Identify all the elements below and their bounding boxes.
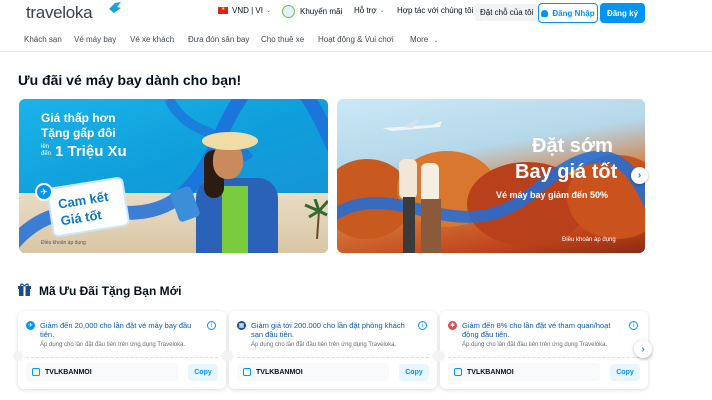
flight-deals-title: Ưu đãi vé máy bay dành cho bạn! bbox=[18, 72, 242, 88]
coupon-code: TVLKBANMOI bbox=[45, 368, 92, 376]
promo-coin-icon bbox=[282, 5, 295, 18]
coupon-description: Áp dụng cho lần đặt đầu tiên trên ứng dụ… bbox=[462, 342, 608, 348]
coupon-divider bbox=[26, 357, 218, 358]
coupon-title: Giảm đến 8% cho lần đặt vé tham quan/hoạ… bbox=[462, 321, 611, 339]
partner-label: Hợp tác với chúng tôi bbox=[397, 6, 474, 15]
nav-more-label: More bbox=[410, 35, 429, 44]
info-icon[interactable]: i bbox=[207, 321, 216, 330]
chevron-right-icon: › bbox=[641, 343, 645, 355]
coupon-code-box: TVLKBANMOI bbox=[448, 363, 600, 381]
palm-tree-decoration bbox=[304, 199, 328, 239]
nav-bus[interactable]: Vé xe khách bbox=[130, 35, 174, 44]
coupon-tag-icon bbox=[32, 368, 40, 376]
chevron-right-icon: › bbox=[637, 170, 642, 181]
info-icon[interactable]: i bbox=[418, 321, 427, 330]
product-nav: Khách sạn Vé máy bay Vé xe khách Đưa đón… bbox=[0, 29, 712, 52]
nav-more[interactable]: More ⌄ bbox=[410, 35, 439, 44]
login-button[interactable]: Đăng Nhập bbox=[538, 3, 598, 23]
support-menu[interactable]: Hỗ trợ ⌄ bbox=[354, 6, 385, 15]
person2-decoration bbox=[421, 163, 439, 203]
banner1-line2: Tặng gấp đôi bbox=[41, 126, 116, 140]
person1-legs-decoration bbox=[403, 197, 415, 253]
traveloka-logo[interactable]: traveloka bbox=[26, 2, 121, 23]
new-user-coupons-title: Mã Ưu Đãi Tặng Bạn Mới bbox=[39, 284, 182, 298]
coupon-title: Giảm đến 20,000 cho lần đặt vé máy bay đ… bbox=[40, 321, 192, 339]
coupon-code-box: TVLKBANMOI bbox=[237, 363, 389, 381]
banner1-line1: Giá thấp hơn bbox=[41, 111, 116, 125]
coupon-code: TVLKBANMOI bbox=[467, 368, 514, 376]
coupon-divider bbox=[448, 357, 640, 358]
nav-car-rental[interactable]: Cho thuê xe bbox=[261, 35, 304, 44]
login-label: Đăng Nhập bbox=[552, 8, 595, 18]
promo-banner-lower-price[interactable]: Giá thấp hơn Tặng gấp đôi lên đến 1 Triệ… bbox=[19, 99, 328, 253]
my-booking-label: Đặt chỗ của tôi bbox=[480, 8, 534, 17]
vietnam-flag-icon bbox=[218, 6, 228, 14]
promo-link[interactable]: Khuyến mãi bbox=[282, 5, 342, 18]
partner-link[interactable]: Hợp tác với chúng tôi bbox=[397, 6, 473, 15]
nav-airport-transfer[interactable]: Đưa đón sân bay bbox=[188, 35, 249, 44]
person2-skirt-decoration bbox=[421, 199, 441, 253]
chevron-down-icon: ⌄ bbox=[433, 38, 439, 44]
nav-activities[interactable]: Hoạt động & Vui chơi bbox=[318, 35, 394, 44]
activity-coupon-icon: ✱ bbox=[448, 321, 457, 330]
coupon-tag-icon bbox=[454, 368, 462, 376]
promo-banner-book-early[interactable]: Đặt sớm Bay giá tốt Vé máy bay giảm đến … bbox=[337, 99, 645, 253]
airplane-decoration bbox=[382, 119, 442, 131]
banner2-subtitle: Vé máy bay giảm đến 50% bbox=[496, 190, 609, 200]
coupon-card[interactable]: ▦ Giảm giá tới 200.000 cho lần đặt phòng… bbox=[224, 311, 442, 389]
coupon-card[interactable]: ✱ Giảm đến 8% cho lần đặt vé tham quan/h… bbox=[435, 311, 653, 389]
gift-icon bbox=[18, 283, 31, 296]
hotel-coupon-icon: ▦ bbox=[237, 321, 246, 330]
person1-decoration bbox=[399, 159, 417, 199]
signup-button[interactable]: Đăng ký bbox=[600, 3, 645, 23]
banner-next-button[interactable]: › bbox=[631, 167, 648, 184]
top-header: traveloka VND | VI ⌄ Khuyến mãi Hỗ trợ ⌄… bbox=[0, 0, 712, 29]
airplane-icon: ✈ bbox=[35, 183, 53, 201]
copy-code-button[interactable]: Copy bbox=[399, 364, 429, 381]
coupon-description: Áp dụng cho lần đặt đầu tiên trên ứng dụ… bbox=[40, 342, 186, 348]
nav-hotels[interactable]: Khách sạn bbox=[24, 35, 62, 44]
info-icon[interactable]: i bbox=[629, 321, 638, 330]
banner2-title2: Bay giá tốt bbox=[515, 161, 618, 183]
signup-label: Đăng ký bbox=[606, 8, 639, 18]
user-icon bbox=[541, 9, 549, 17]
banner2-title1: Đặt sớm bbox=[532, 135, 613, 157]
coupon-divider bbox=[237, 357, 429, 358]
coupon-description: Áp dụng cho lần đặt đầu tiên trên ứng dụ… bbox=[251, 342, 397, 348]
coupon-notch-left bbox=[13, 351, 23, 361]
copy-code-button[interactable]: Copy bbox=[188, 364, 218, 381]
coupon-code: TVLKBANMOI bbox=[256, 368, 303, 376]
coupon-title: Giảm giá tới 200.000 cho lần đặt phòng k… bbox=[251, 321, 405, 339]
support-label: Hỗ trợ bbox=[354, 6, 377, 15]
coupon-tag-icon bbox=[243, 368, 251, 376]
banner1-terms[interactable]: Điều khoản áp dụng bbox=[41, 240, 86, 246]
coupon-notch-left bbox=[435, 351, 445, 361]
woman-top-decoration bbox=[222, 186, 248, 253]
copy-code-button[interactable]: Copy bbox=[610, 364, 640, 381]
banner1-line3: 1 Triệu Xu bbox=[55, 143, 127, 160]
flight-coupon-icon: ✈ bbox=[26, 321, 35, 330]
coupon-card[interactable]: ✈ Giảm đến 20,000 cho lần đặt vé máy bay… bbox=[13, 311, 231, 389]
chevron-down-icon: ⌄ bbox=[265, 8, 272, 14]
logo-text: traveloka bbox=[26, 3, 93, 22]
coupon-notch-left bbox=[224, 351, 234, 361]
my-booking-button[interactable]: Đặt chỗ của tôi bbox=[475, 4, 539, 21]
coupons-next-button[interactable]: › bbox=[634, 340, 652, 358]
nav-flights[interactable]: Vé máy bay bbox=[74, 35, 116, 44]
logo-bird-icon bbox=[109, 2, 121, 13]
chevron-down-icon: ⌄ bbox=[379, 8, 385, 14]
card-line1: Cam kết bbox=[57, 188, 110, 212]
promo-label: Khuyến mãi bbox=[300, 7, 343, 16]
sun-hat-decoration bbox=[202, 132, 258, 150]
currency-language-selector[interactable]: VND | VI ⌄ bbox=[218, 6, 271, 15]
coupon-code-box: TVLKBANMOI bbox=[26, 363, 178, 381]
currency-label: VND | VI bbox=[232, 6, 263, 15]
banner2-terms[interactable]: Điều khoản áp dụng bbox=[562, 237, 616, 243]
